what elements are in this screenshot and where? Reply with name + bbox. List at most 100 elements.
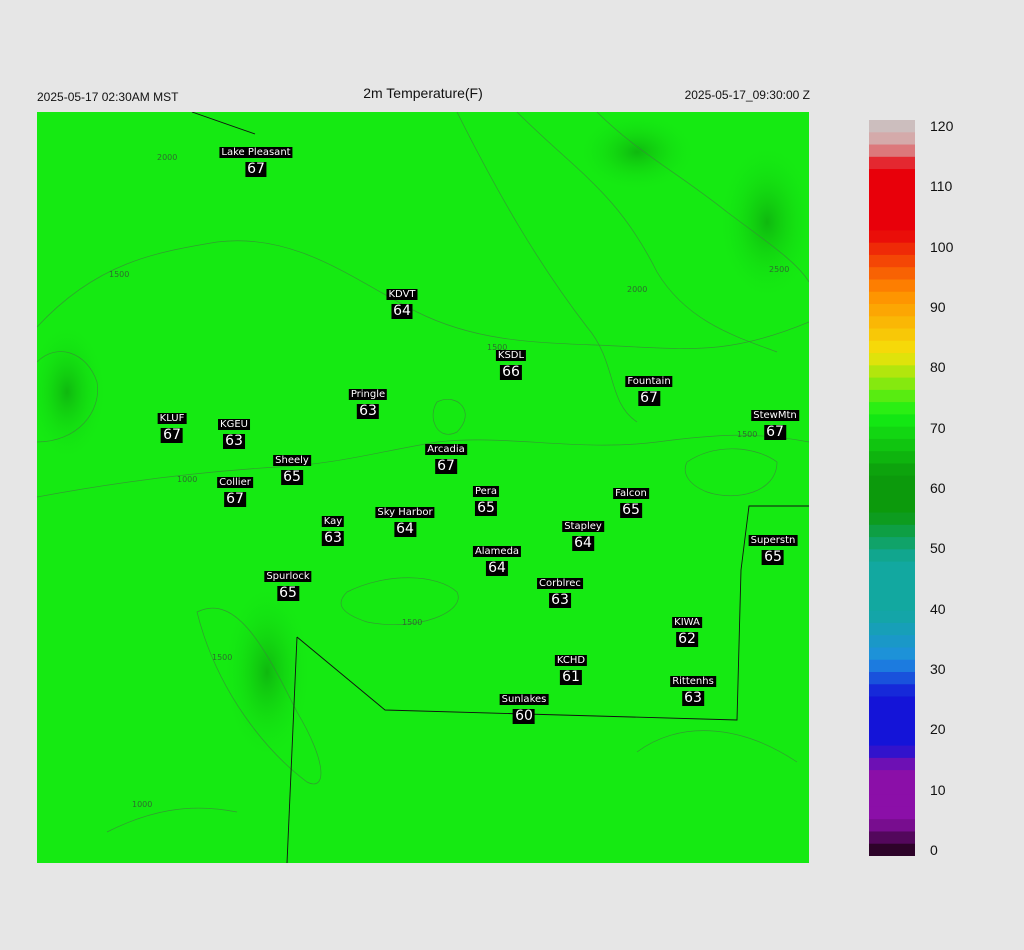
station-temperature: 67 bbox=[764, 424, 786, 440]
terrain-shade bbox=[577, 112, 697, 192]
colorbar-tick-label: 60 bbox=[930, 480, 946, 496]
temperature-map[interactable]: 2000 1500 1000 2000 1500 1500 2500 1500 1500 1000… bbox=[37, 112, 809, 863]
colorbar-band bbox=[869, 806, 915, 820]
station-marker[interactable]: Fountain 67 bbox=[625, 371, 673, 406]
station-marker[interactable]: Kay 63 bbox=[321, 511, 345, 546]
colorbar-band bbox=[869, 659, 915, 673]
colorbar-tick-label: 90 bbox=[930, 299, 946, 315]
colorbar-band bbox=[869, 144, 915, 158]
station-name: Superstn bbox=[748, 535, 798, 546]
colorbar-band bbox=[869, 843, 915, 856]
colorbar-band bbox=[869, 316, 915, 330]
colorbar-tick-label: 10 bbox=[930, 781, 946, 798]
colorbar-band bbox=[869, 193, 915, 207]
colorbar-tick-label: 80 bbox=[930, 359, 946, 376]
station-marker[interactable]: Lake Pleasant 67 bbox=[219, 142, 293, 177]
colorbar-band bbox=[869, 598, 915, 612]
station-temperature: 65 bbox=[277, 585, 299, 601]
colorbar-band bbox=[869, 733, 915, 747]
station-marker[interactable]: Superstn 65 bbox=[748, 530, 798, 565]
station-temperature: 64 bbox=[572, 535, 594, 551]
colorbar-band bbox=[869, 475, 915, 489]
colorbar-tick-label: 0 bbox=[930, 842, 938, 858]
colorbar-band bbox=[869, 745, 915, 759]
station-temperature: 67 bbox=[638, 390, 660, 406]
station-marker[interactable]: KLUF 67 bbox=[157, 408, 187, 443]
colorbar-tick-label: 40 bbox=[930, 600, 946, 617]
contour-label: 1000 bbox=[177, 475, 197, 484]
station-temperature: 63 bbox=[322, 530, 344, 546]
colorbar-band bbox=[869, 488, 915, 501]
station-name: Spurlock bbox=[264, 571, 312, 582]
colorbar-band bbox=[869, 537, 915, 550]
colorbar-band bbox=[869, 622, 915, 636]
station-marker[interactable]: Pera 65 bbox=[472, 481, 500, 516]
terrain-shade bbox=[717, 142, 809, 302]
station-name: Arcadia bbox=[425, 444, 467, 455]
colorbar-band bbox=[869, 549, 915, 563]
station-temperature: 63 bbox=[357, 403, 379, 419]
colorbar-band bbox=[869, 794, 915, 808]
station-marker[interactable]: Pringle 63 bbox=[348, 384, 388, 419]
station-marker[interactable]: Corblrec 63 bbox=[537, 573, 583, 608]
contour-label: 2500 bbox=[769, 265, 789, 274]
colorbar-band bbox=[869, 353, 915, 366]
colorbar-band bbox=[869, 279, 915, 293]
contour-label: 1000 bbox=[132, 800, 152, 809]
station-name: Sky Harbor bbox=[375, 507, 435, 518]
colorbar-band bbox=[869, 573, 915, 587]
colorbar-band bbox=[869, 291, 915, 305]
colorbar-band bbox=[869, 708, 915, 722]
station-marker[interactable]: KIWA 62 bbox=[672, 612, 702, 647]
colorbar-band bbox=[869, 340, 915, 354]
station-name: Collier bbox=[217, 477, 253, 488]
colorbar-band bbox=[869, 389, 915, 403]
colorbar-band bbox=[869, 254, 915, 268]
colorbar-band bbox=[869, 770, 915, 783]
colorbar-band bbox=[869, 512, 915, 526]
station-marker[interactable]: Arcadia 67 bbox=[425, 439, 467, 474]
colorbar-band bbox=[869, 218, 915, 231]
colorbar-band bbox=[869, 169, 915, 182]
colorbar-band bbox=[869, 365, 915, 379]
station-marker[interactable]: Alameda 64 bbox=[472, 541, 522, 576]
colorbar-tick-label: 20 bbox=[930, 721, 946, 738]
station-marker[interactable]: Stapley 64 bbox=[562, 516, 604, 551]
colorbar-band bbox=[869, 156, 915, 170]
station-marker[interactable]: Sky Harbor 64 bbox=[375, 502, 435, 537]
colorbar-band bbox=[869, 721, 915, 734]
colorbar-band bbox=[869, 635, 915, 648]
colorbar-band bbox=[869, 438, 915, 452]
colorbar-band bbox=[869, 684, 915, 698]
station-marker[interactable]: Sheely 65 bbox=[273, 450, 311, 485]
colorbar-band bbox=[869, 426, 915, 440]
station-name: Corblrec bbox=[537, 578, 583, 589]
station-marker[interactable]: KDVT 64 bbox=[386, 284, 418, 319]
station-temperature: 67 bbox=[435, 458, 457, 474]
station-marker[interactable]: Falcon 65 bbox=[613, 483, 649, 518]
station-name: KIWA bbox=[672, 617, 702, 628]
colorbar-band bbox=[869, 451, 915, 464]
colorbar-band bbox=[869, 463, 915, 477]
station-name: Pera bbox=[472, 486, 500, 497]
colorbar-tick-label: 110 bbox=[930, 178, 953, 195]
station-temperature: 61 bbox=[560, 669, 582, 685]
colorbar-band bbox=[869, 561, 915, 575]
station-name: Fountain bbox=[625, 376, 673, 387]
colorbar-band bbox=[869, 377, 915, 391]
station-name: Pringle bbox=[348, 389, 388, 400]
colorbar-band bbox=[869, 524, 915, 538]
station-marker[interactable]: StewMtn 67 bbox=[751, 405, 799, 440]
terrain-shade bbox=[222, 582, 312, 762]
station-marker[interactable]: Rittenhs 63 bbox=[670, 671, 716, 706]
contour-label: 2000 bbox=[627, 285, 647, 294]
station-marker[interactable]: KCHD 61 bbox=[554, 650, 588, 685]
contour-label: 2000 bbox=[157, 153, 177, 162]
station-name: Falcon bbox=[613, 488, 649, 499]
colorbar-tick-label: 70 bbox=[930, 419, 946, 436]
station-marker[interactable]: Sunlakes 60 bbox=[499, 689, 549, 724]
station-marker[interactable]: KGEU 63 bbox=[218, 414, 250, 449]
station-marker[interactable]: KSDL 66 bbox=[495, 345, 527, 380]
station-marker[interactable]: Spurlock 65 bbox=[264, 566, 312, 601]
station-marker[interactable]: Collier 67 bbox=[217, 472, 253, 507]
